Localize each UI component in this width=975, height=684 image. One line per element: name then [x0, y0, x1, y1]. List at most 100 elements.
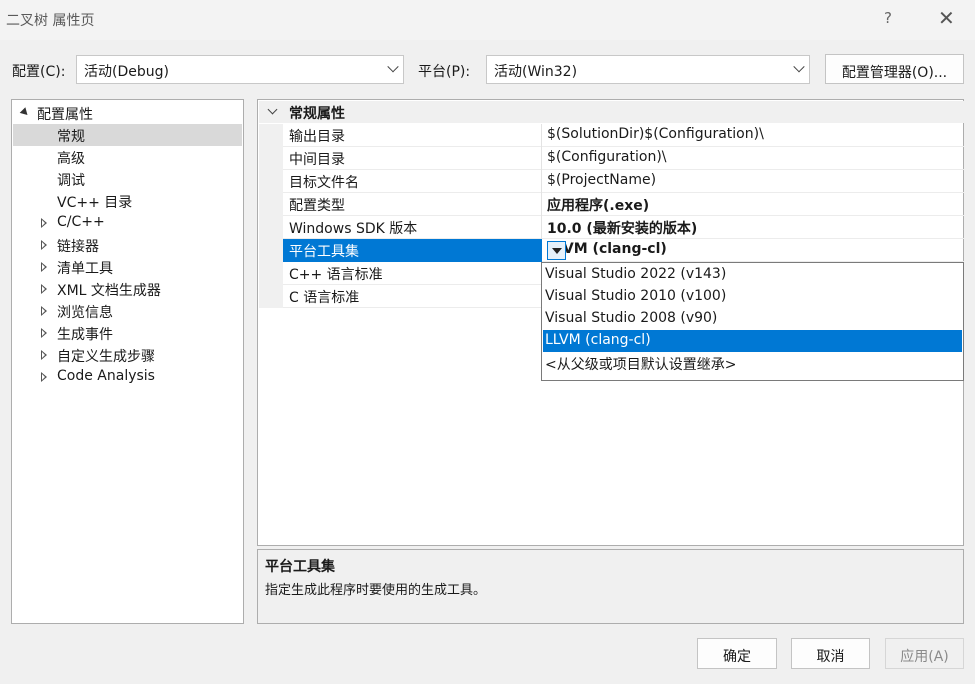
property-name-cell[interactable]: 输出目录 [283, 124, 542, 147]
property-name-cell[interactable]: C 语言标准 [283, 285, 542, 308]
property-name-cell[interactable]: Windows SDK 版本 [283, 216, 542, 239]
tree-item-label: 浏览信息 [57, 305, 113, 321]
help-button[interactable]: ? [884, 9, 892, 27]
property-name: 中间目录 [289, 152, 345, 168]
dropdown-option[interactable]: Visual Studio 2008 (v90) [543, 308, 962, 330]
collapsed-triangle-icon[interactable] [41, 240, 47, 250]
config-value: 活动(Debug) [84, 64, 169, 80]
tree-item[interactable]: 生成事件 [13, 322, 242, 344]
ok-button[interactable]: 确定 [697, 638, 777, 669]
tree-item-label: C/C++ [57, 214, 105, 230]
property-name: 输出目录 [289, 129, 345, 145]
row-gutter [259, 124, 283, 147]
tree-item[interactable]: 配置属性 [13, 102, 242, 124]
tree-item-label: 高级 [57, 151, 85, 167]
dropdown-option[interactable]: Visual Studio 2010 (v100) [543, 286, 962, 308]
property-value: 10.0 (最新安装的版本) [547, 221, 698, 237]
tree-item[interactable]: Code Analysis [13, 366, 242, 388]
category-header[interactable]: 常规属性 [259, 101, 964, 123]
tree-item-label: VC++ 目录 [57, 195, 133, 211]
config-manager-button[interactable]: 配置管理器(O)... [825, 54, 964, 84]
collapsed-triangle-icon[interactable] [41, 284, 47, 294]
collapsed-triangle-icon[interactable] [41, 262, 47, 272]
tree-item-label: XML 文档生成器 [57, 283, 161, 299]
tree-item[interactable]: 高级 [13, 146, 242, 168]
row-gutter [259, 193, 283, 216]
tree-item[interactable]: 常规 [13, 124, 242, 146]
property-row[interactable]: 中间目录 $(Configuration)\ [259, 147, 964, 170]
close-button[interactable]: ✕ [938, 6, 955, 30]
dropdown-option[interactable]: LLVM (clang-cl) [543, 330, 962, 352]
description-title: 平台工具集 [265, 559, 335, 575]
property-value-cell[interactable]: $(ProjectName) [542, 170, 964, 193]
tree-item[interactable]: 自定义生成步骤 [13, 344, 242, 366]
dropdown-arrow-icon[interactable] [547, 241, 566, 260]
property-name-cell[interactable]: 平台工具集 [283, 239, 542, 262]
toolset-dropdown-list[interactable]: Visual Studio 2022 (v143) Visual Studio 2… [541, 262, 964, 381]
property-value-cell[interactable]: $(SolutionDir)$(Configuration)\ [542, 124, 964, 147]
property-name-cell[interactable]: 中间目录 [283, 147, 542, 170]
category-tree[interactable]: 配置属性常规高级 调试 VC++ 目录 C/C++ 链接器清单工具 XML 文档生成器 浏览… [11, 99, 244, 624]
row-gutter [259, 285, 283, 308]
collapsed-triangle-icon[interactable] [41, 218, 47, 228]
tree-item-label: Code Analysis [57, 368, 155, 384]
row-gutter [259, 147, 283, 170]
property-value-cell[interactable]: $(Configuration)\ [542, 147, 964, 170]
collapsed-triangle-icon[interactable] [41, 306, 47, 316]
chevron-down-icon [387, 61, 399, 73]
property-value: 应用程序(.exe) [547, 198, 650, 214]
tree-item[interactable]: VC++ 目录 [13, 190, 242, 212]
collapsed-triangle-icon[interactable] [41, 328, 47, 338]
platform-combo[interactable]: 活动(Win32) [486, 55, 810, 84]
config-combo[interactable]: 活动(Debug) [76, 55, 404, 84]
dropdown-option-label: Visual Studio 2022 (v143) [545, 266, 727, 282]
tree-item[interactable]: 浏览信息 [13, 300, 242, 322]
tree-item-label: 配置属性 [37, 107, 93, 123]
tree-item-label: 生成事件 [57, 327, 113, 343]
dropdown-option-label: Visual Studio 2010 (v100) [545, 288, 727, 304]
dropdown-option[interactable]: <从父级或项目默认设置继承> [543, 352, 962, 374]
apply-button[interactable]: 应用(A) [885, 638, 964, 669]
row-gutter [259, 170, 283, 193]
property-row[interactable]: 输出目录 $(SolutionDir)$(Configuration)\ [259, 124, 964, 147]
property-name: C 语言标准 [289, 290, 360, 306]
property-value-cell[interactable]: LLVM (clang-cl) [542, 239, 964, 262]
property-value: $(SolutionDir)$(Configuration)\ [547, 126, 764, 142]
dropdown-option[interactable]: Visual Studio 2022 (v143) [543, 264, 962, 286]
row-gutter [259, 216, 283, 239]
expanded-triangle-icon[interactable] [19, 107, 31, 118]
property-row[interactable]: 平台工具集 LLVM (clang-cl) [259, 239, 964, 262]
cancel-button[interactable]: 取消 [791, 638, 870, 669]
row-gutter [259, 262, 283, 285]
tree-item-label: 常规 [57, 129, 85, 145]
property-name-cell[interactable]: 配置类型 [283, 193, 542, 216]
property-row[interactable]: 配置类型 应用程序(.exe) [259, 193, 964, 216]
property-name: 配置类型 [289, 198, 345, 214]
tree-item[interactable]: 链接器 [13, 234, 242, 256]
tree-item-label: 清单工具 [57, 261, 113, 277]
property-row[interactable]: 目标文件名 $(ProjectName) [259, 170, 964, 193]
description-panel: 平台工具集 指定生成此程序时要使用的生成工具。 [257, 549, 964, 624]
collapsed-triangle-icon[interactable] [41, 350, 47, 360]
collapsed-triangle-icon[interactable] [41, 372, 47, 382]
tree-item[interactable]: C/C++ [13, 212, 242, 234]
platform-value: 活动(Win32) [494, 64, 578, 80]
dropdown-option-label: <从父级或项目默认设置继承> [545, 357, 737, 373]
tree-item[interactable]: 清单工具 [13, 256, 242, 278]
property-value: $(Configuration)\ [547, 149, 667, 165]
property-value-cell[interactable]: 10.0 (最新安装的版本) [542, 216, 964, 239]
config-label: 配置(C): [12, 64, 66, 80]
dropdown-option-label: Visual Studio 2008 (v90) [545, 310, 718, 326]
tree-item[interactable]: 调试 [13, 168, 242, 190]
chevron-down-icon [267, 104, 278, 115]
property-name: Windows SDK 版本 [289, 221, 418, 237]
property-value-cell[interactable]: 应用程序(.exe) [542, 193, 964, 216]
property-name-cell[interactable]: 目标文件名 [283, 170, 542, 193]
dropdown-option-label: LLVM (clang-cl) [545, 332, 651, 348]
chevron-down-icon [793, 61, 805, 73]
row-gutter [259, 239, 283, 262]
property-name-cell[interactable]: C++ 语言标准 [283, 262, 542, 285]
tree-item[interactable]: XML 文档生成器 [13, 278, 242, 300]
property-row[interactable]: Windows SDK 版本 10.0 (最新安装的版本) [259, 216, 964, 239]
tree-item-label: 自定义生成步骤 [57, 349, 155, 365]
